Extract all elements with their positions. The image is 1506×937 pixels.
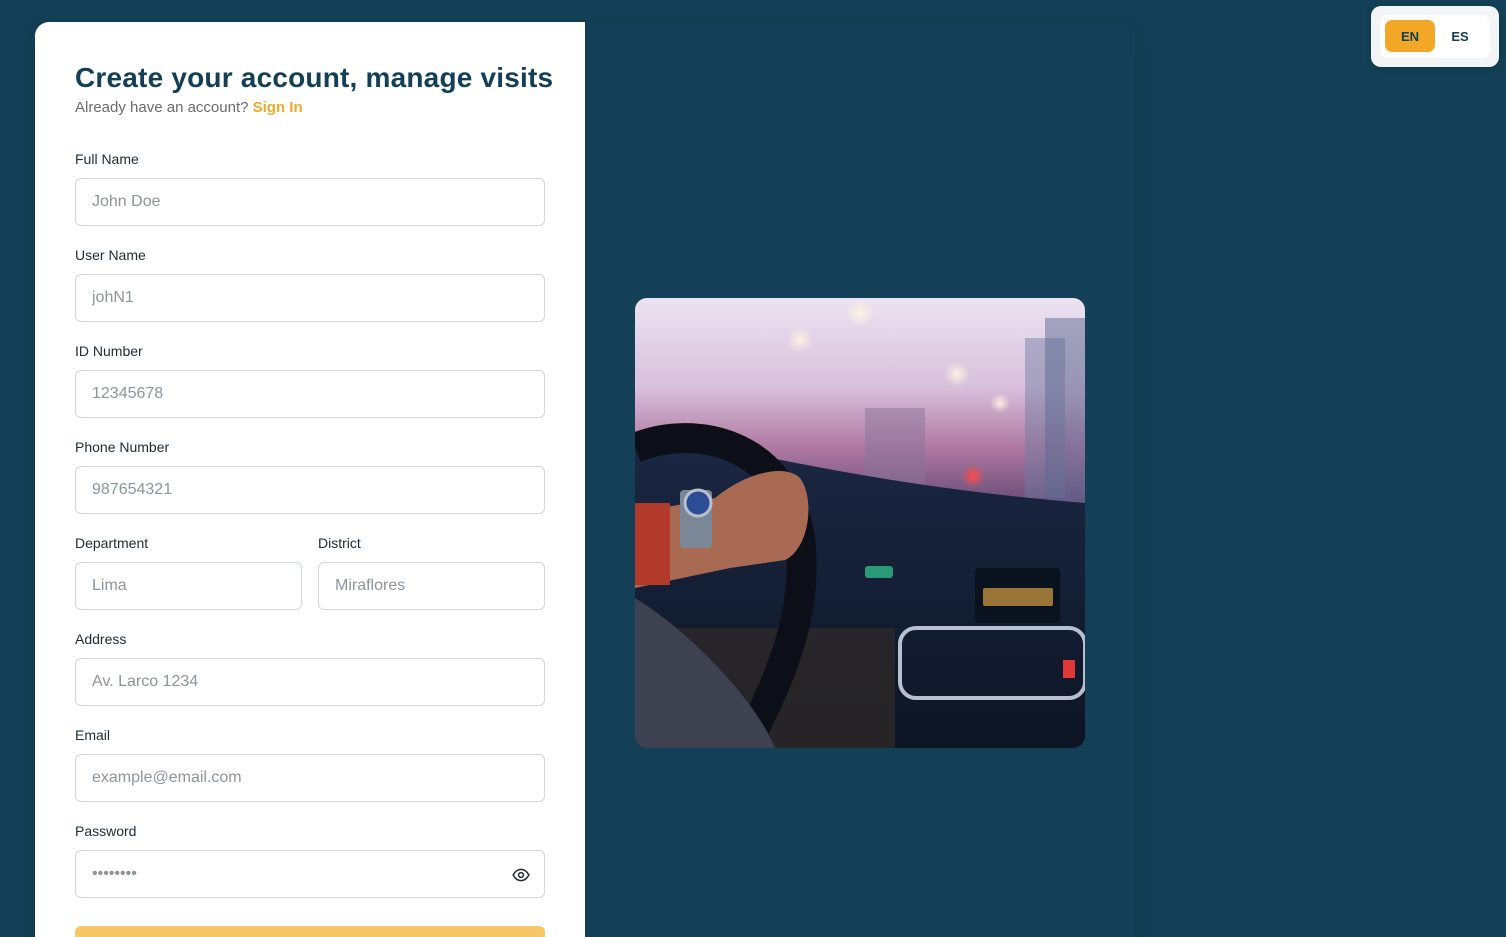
email-input[interactable] [76,755,544,801]
password-field [75,850,545,898]
signin-prompt-text: Already have an account? [75,99,249,116]
email-label: Email [75,727,111,743]
district-field [318,562,545,610]
user-name-label: User Name [75,247,146,263]
page: Create your account, manage visits Alrea… [0,0,1506,937]
full-name-label: Full Name [75,151,139,167]
signin-link[interactable]: Sign In [253,99,303,116]
department-input[interactable] [76,563,301,609]
id-number-input[interactable] [76,371,544,417]
user-name-field [75,274,545,322]
page-title: Create your account, manage visits [75,62,554,93]
user-name-input[interactable] [76,275,544,321]
address-label: Address [75,631,127,647]
signin-prompt: Already have an account? Sign In [75,99,303,116]
phone-number-label: Phone Number [75,439,170,455]
eye-icon[interactable] [512,866,530,884]
form-panel: Create your account, manage visits Alrea… [35,22,585,937]
department-label: Department [75,535,149,551]
phone-number-field [75,466,545,514]
address-input[interactable] [76,659,544,705]
district-label: District [318,535,361,551]
password-input[interactable] [76,851,544,897]
language-options: EN ES [1380,15,1490,58]
language-switcher: EN ES [1371,6,1499,67]
signup-card: Create your account, manage visits Alrea… [35,22,1135,937]
full-name-field [75,178,545,226]
address-field [75,658,545,706]
full-name-input[interactable] [76,179,544,225]
password-label: Password [75,823,137,839]
car-driving-photo [635,298,1085,748]
district-input[interactable] [319,563,544,609]
visual-panel [585,22,1135,937]
phone-number-input[interactable] [76,467,544,513]
create-account-button[interactable] [75,926,545,937]
car-dashboard-illustration [635,298,1085,748]
email-field [75,754,545,802]
id-number-label: ID Number [75,343,143,359]
department-field [75,562,302,610]
id-number-field [75,370,545,418]
lang-es-button[interactable]: ES [1435,20,1485,52]
lang-en-button[interactable]: EN [1385,20,1435,52]
